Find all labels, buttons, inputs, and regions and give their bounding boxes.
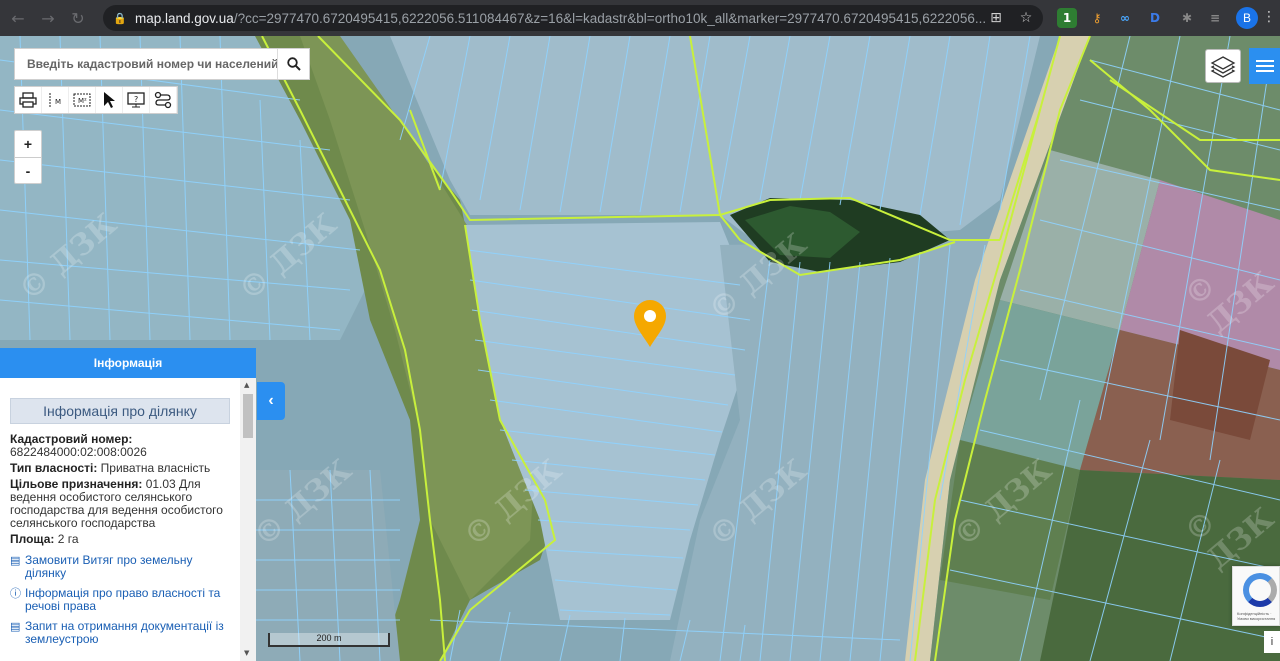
info-scrollbar[interactable]: ▲ ▼ xyxy=(240,378,256,661)
back-icon[interactable]: ← xyxy=(6,6,30,30)
reload-icon[interactable]: ↻ xyxy=(66,6,90,30)
layers-icon xyxy=(1210,56,1236,78)
info-icon: ⓘ xyxy=(10,587,21,600)
extension-badge: 1 xyxy=(1062,11,1072,25)
route-icon xyxy=(154,91,172,109)
print-button[interactable] xyxy=(15,87,42,113)
document-icon: ▤ xyxy=(10,554,21,567)
browser-menu-icon[interactable]: ⋮ xyxy=(1262,9,1276,25)
document-icon: ▤ xyxy=(10,620,21,633)
order-extract-text: Замовити Витяг про земельну ділянку xyxy=(25,553,193,580)
url-path: /?cc=2977470.6720495415,6222056.51108446… xyxy=(233,10,985,26)
url-text[interactable]: map.land.gov.ua/?cc=2977470.6720495415,6… xyxy=(135,11,985,26)
url-host: map.land.gov.ua xyxy=(135,10,234,26)
corner-info-icon[interactable]: i xyxy=(1264,631,1280,653)
search-icon xyxy=(286,57,301,71)
svg-text:M: M xyxy=(55,98,61,106)
info-screen-icon: ? xyxy=(127,92,145,108)
svg-text:M²: M² xyxy=(78,97,87,105)
ownership-label: Тип власності: xyxy=(10,461,98,475)
ownership-value: Приватна власність xyxy=(100,461,211,475)
measure-area-icon: M² xyxy=(73,93,91,107)
collapse-panel-button[interactable]: ‹ xyxy=(257,382,285,420)
area-value: 2 га xyxy=(57,532,79,546)
order-extract-link[interactable]: ▤ Замовити Витяг про земельну ділянку xyxy=(10,554,230,580)
hamburger-icon xyxy=(1255,60,1274,72)
extension-link-icon[interactable]: ∞ xyxy=(1115,8,1135,28)
purpose-row: Цільове призначення: 01.03 Для ведення о… xyxy=(10,478,230,530)
zoom-control: + - xyxy=(14,130,42,184)
zoom-out-button[interactable]: - xyxy=(15,157,41,183)
cadastral-search xyxy=(14,48,310,80)
recaptcha-icon xyxy=(1243,573,1277,607)
extension-key-icon[interactable]: ⚷ xyxy=(1087,8,1107,28)
info-panel-body: Інформація про ділянку Кадастровий номер… xyxy=(0,378,240,661)
map-toolbar: M M² ? xyxy=(14,86,178,114)
lock-icon: 🔒 xyxy=(113,11,127,25)
extensions-menu-icon[interactable]: ≡ xyxy=(1205,8,1225,28)
address-bar[interactable]: 🔒 map.land.gov.ua/?cc=2977470.6720495415… xyxy=(103,5,1043,31)
info-panel: Інформація Інформація про ділянку Кадаст… xyxy=(0,348,256,661)
measure-area-button[interactable]: M² xyxy=(69,87,96,113)
layers-button[interactable] xyxy=(1205,49,1241,83)
chevron-left-icon: ‹ xyxy=(268,392,274,409)
search-input[interactable] xyxy=(15,49,277,79)
scroll-up-icon[interactable]: ▲ xyxy=(244,381,249,389)
extension-shield-icon[interactable]: 1 xyxy=(1057,8,1077,28)
ownership-info-link[interactable]: ⓘ Інформація про право власності та речо… xyxy=(10,587,230,613)
area-row: Площа: 2 га xyxy=(10,533,230,546)
land-docs-text: Запит на отримання документації із земле… xyxy=(25,619,224,646)
print-icon xyxy=(19,92,37,108)
parcel-info-title: Інформація про ділянку xyxy=(10,398,230,424)
cadastral-value: 6822484000:02:008:0026 xyxy=(10,445,147,459)
profile-initial: B xyxy=(1242,11,1251,25)
profile-avatar[interactable]: B xyxy=(1236,7,1258,29)
forward-icon[interactable]: → xyxy=(36,6,60,30)
star-icon[interactable]: ☆ xyxy=(1017,9,1035,27)
ownership-row: Тип власності: Приватна власність xyxy=(10,462,230,475)
select-button[interactable] xyxy=(96,87,123,113)
area-label: Площа: xyxy=(10,532,55,546)
recaptcha-text: Конфіденційність · Умови використання xyxy=(1237,611,1276,621)
scale-bar: 200 m xyxy=(268,633,390,647)
info-panel-header: Інформація xyxy=(0,348,256,378)
measure-line-button[interactable]: M xyxy=(42,87,69,113)
search-button[interactable] xyxy=(277,49,309,79)
select-arrow-icon xyxy=(104,92,115,108)
info-screen-button[interactable]: ? xyxy=(123,87,150,113)
purpose-label: Цільове призначення: xyxy=(10,477,143,491)
recaptcha-badge[interactable]: Конфіденційність · Умови використання xyxy=(1232,566,1280,626)
svg-text:?: ? xyxy=(134,95,138,104)
scroll-down-icon[interactable]: ▼ xyxy=(244,649,249,657)
menu-button[interactable] xyxy=(1249,48,1280,84)
cadastral-label: Кадастровий номер: xyxy=(10,432,133,446)
browser-toolbar: ← → ↻ 🔒 map.land.gov.ua/?cc=2977470.6720… xyxy=(0,0,1280,36)
measure-line-icon: M xyxy=(49,93,61,107)
route-button[interactable] xyxy=(150,87,177,113)
translate-icon[interactable]: ⊞ xyxy=(987,9,1005,27)
scroll-thumb[interactable] xyxy=(243,394,253,438)
cadastral-row: Кадастровий номер: 6822484000:02:008:002… xyxy=(10,433,230,459)
scale-label: 200 m xyxy=(316,633,342,643)
zoom-in-button[interactable]: + xyxy=(15,131,41,157)
land-docs-link[interactable]: ▤ Запит на отримання документації із зем… xyxy=(10,620,230,646)
ownership-info-text: Інформація про право власності та речові… xyxy=(25,586,221,613)
extension-d-icon[interactable]: D xyxy=(1145,8,1165,28)
extension-gear-icon[interactable]: ✱ xyxy=(1177,8,1197,28)
